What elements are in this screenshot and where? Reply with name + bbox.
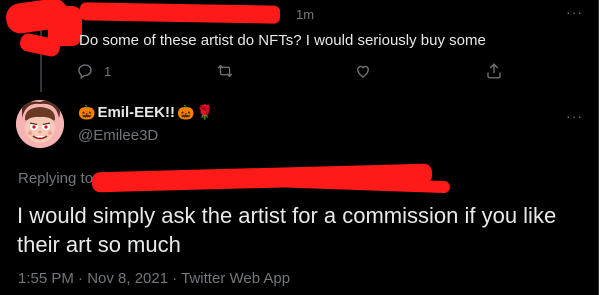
avatar-image xyxy=(16,100,64,148)
redaction-mark xyxy=(79,2,281,24)
reply-button[interactable]: 1 xyxy=(76,62,111,80)
retweet-button[interactable] xyxy=(216,62,234,80)
rose-emoji: 🌹 xyxy=(196,104,214,120)
pumpkin-emoji: 🎃 xyxy=(176,104,195,120)
more-icon[interactable]: ··· xyxy=(566,108,583,124)
reply-icon xyxy=(78,64,92,80)
like-icon xyxy=(357,65,369,78)
tweet-timestamp[interactable]: 1:55 PM · Nov 8, 2021 · Twitter Web App xyxy=(18,270,290,287)
tweet-text: I would simply ask the artist for a comm… xyxy=(17,203,557,257)
display-name[interactable]: 🎃 Emil-EEK!! 🎃 🌹 xyxy=(78,104,214,121)
retweet-icon xyxy=(217,64,233,78)
action-bar: 1 xyxy=(0,62,599,82)
share-icon xyxy=(487,63,501,79)
parent-tweet[interactable]: 1m ··· Do some of these artist do NFTs? … xyxy=(0,0,599,92)
reply-count: 1 xyxy=(104,63,112,79)
more-icon[interactable]: ··· xyxy=(566,4,583,20)
display-name-text: Emil-EEK!! xyxy=(97,104,175,121)
user-handle[interactable]: @Emilee3D xyxy=(78,127,158,144)
tweet-text: Do some of these artist do NFTs? I would… xyxy=(79,32,486,49)
avatar[interactable] xyxy=(16,100,64,148)
tweet-time[interactable]: 1m xyxy=(296,7,314,22)
like-button[interactable] xyxy=(354,62,372,80)
share-button[interactable] xyxy=(485,62,503,80)
replying-to-label: Replying to xyxy=(18,170,94,187)
pumpkin-emoji: 🎃 xyxy=(78,104,96,120)
